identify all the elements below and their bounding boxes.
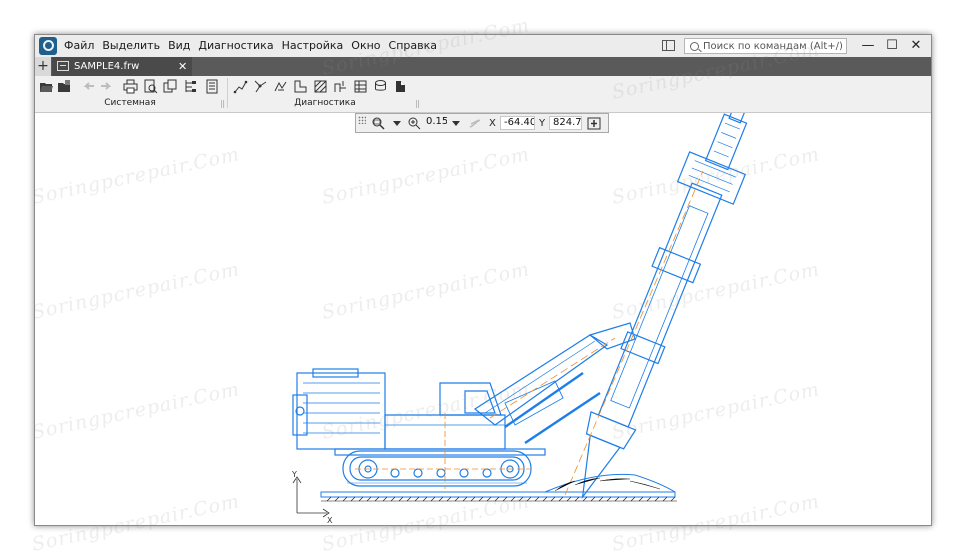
diag-points-icon[interactable] xyxy=(273,79,288,94)
tab-close-button[interactable]: ✕ xyxy=(178,57,187,76)
tab-sample4[interactable]: SAMPLE4.frw ✕ xyxy=(52,57,192,76)
menu-bar: Файл Выделить Вид Диагностика Настройка … xyxy=(35,35,931,57)
diag-hatch-icon[interactable] xyxy=(313,79,328,94)
command-search-input[interactable] xyxy=(703,39,843,53)
close-window-button[interactable]: ✕ xyxy=(903,35,929,57)
diag-nodes-icon[interactable] xyxy=(253,79,268,94)
fragment-document-icon xyxy=(57,61,69,71)
toolbar-grip-icon[interactable]: ⣿ xyxy=(220,100,225,108)
axis-y-label: Y xyxy=(291,470,297,479)
toolbar-grip-icon-2[interactable]: ⣿ xyxy=(415,100,420,108)
print-icon[interactable] xyxy=(123,79,138,94)
diag-table-icon[interactable] xyxy=(353,79,368,94)
excavator-drawing[interactable]: Y X xyxy=(35,113,931,525)
diag-contour-icon[interactable] xyxy=(293,79,308,94)
tree-structure-icon[interactable] xyxy=(183,79,198,94)
save-folder-icon[interactable] xyxy=(57,79,72,94)
toolbar-group-system: Системная xyxy=(104,98,156,108)
diag-dimension-icon[interactable] xyxy=(333,79,348,94)
arrow-back-icon[interactable] xyxy=(81,79,96,94)
diag-polyline-icon[interactable] xyxy=(233,79,248,94)
report-list-icon[interactable] xyxy=(205,79,220,94)
toolbar-group-diagnostics: Диагностика xyxy=(294,98,356,108)
menu-view[interactable]: Вид xyxy=(164,35,194,57)
command-search[interactable] xyxy=(684,38,847,54)
arrow-forward-icon[interactable] xyxy=(99,79,114,94)
open-folder-icon[interactable] xyxy=(39,79,54,94)
menu-select[interactable]: Выделить xyxy=(98,35,164,57)
drawing-canvas[interactable]: 0.154 X -64.405 Y 824.75 xyxy=(35,113,931,525)
axis-x-label: X xyxy=(327,516,333,525)
toolbar-separator xyxy=(227,78,228,108)
application-window: Файл Выделить Вид Диагностика Настройка … xyxy=(34,34,932,526)
diag-layers-icon[interactable] xyxy=(373,79,388,94)
copy-sheets-icon[interactable] xyxy=(163,79,178,94)
preview-icon[interactable] xyxy=(143,79,158,94)
maximize-button[interactable]: ☐ xyxy=(879,35,905,57)
diag-bookmark-icon[interactable] xyxy=(393,79,408,94)
main-menu: Файл Выделить Вид Диагностика Настройка … xyxy=(60,35,441,57)
document-tab-bar: + SAMPLE4.frw ✕ xyxy=(35,57,931,76)
menu-help[interactable]: Справка xyxy=(385,35,441,57)
menu-settings[interactable]: Настройка xyxy=(278,35,348,57)
tab-title: SAMPLE4.frw xyxy=(74,61,140,72)
new-tab-button[interactable]: + xyxy=(35,57,51,76)
menu-window[interactable]: Окно xyxy=(347,35,384,57)
search-icon xyxy=(690,42,699,51)
menu-file[interactable]: Файл xyxy=(60,35,98,57)
panel-layout-icon[interactable] xyxy=(662,40,675,51)
menu-diagnostics[interactable]: Диагностика xyxy=(194,35,277,57)
kompas-logo-icon xyxy=(39,37,57,55)
minimize-button[interactable]: — xyxy=(855,35,881,57)
main-toolbar: Системная ⣿ Диагностика ⣿ xyxy=(35,76,931,113)
